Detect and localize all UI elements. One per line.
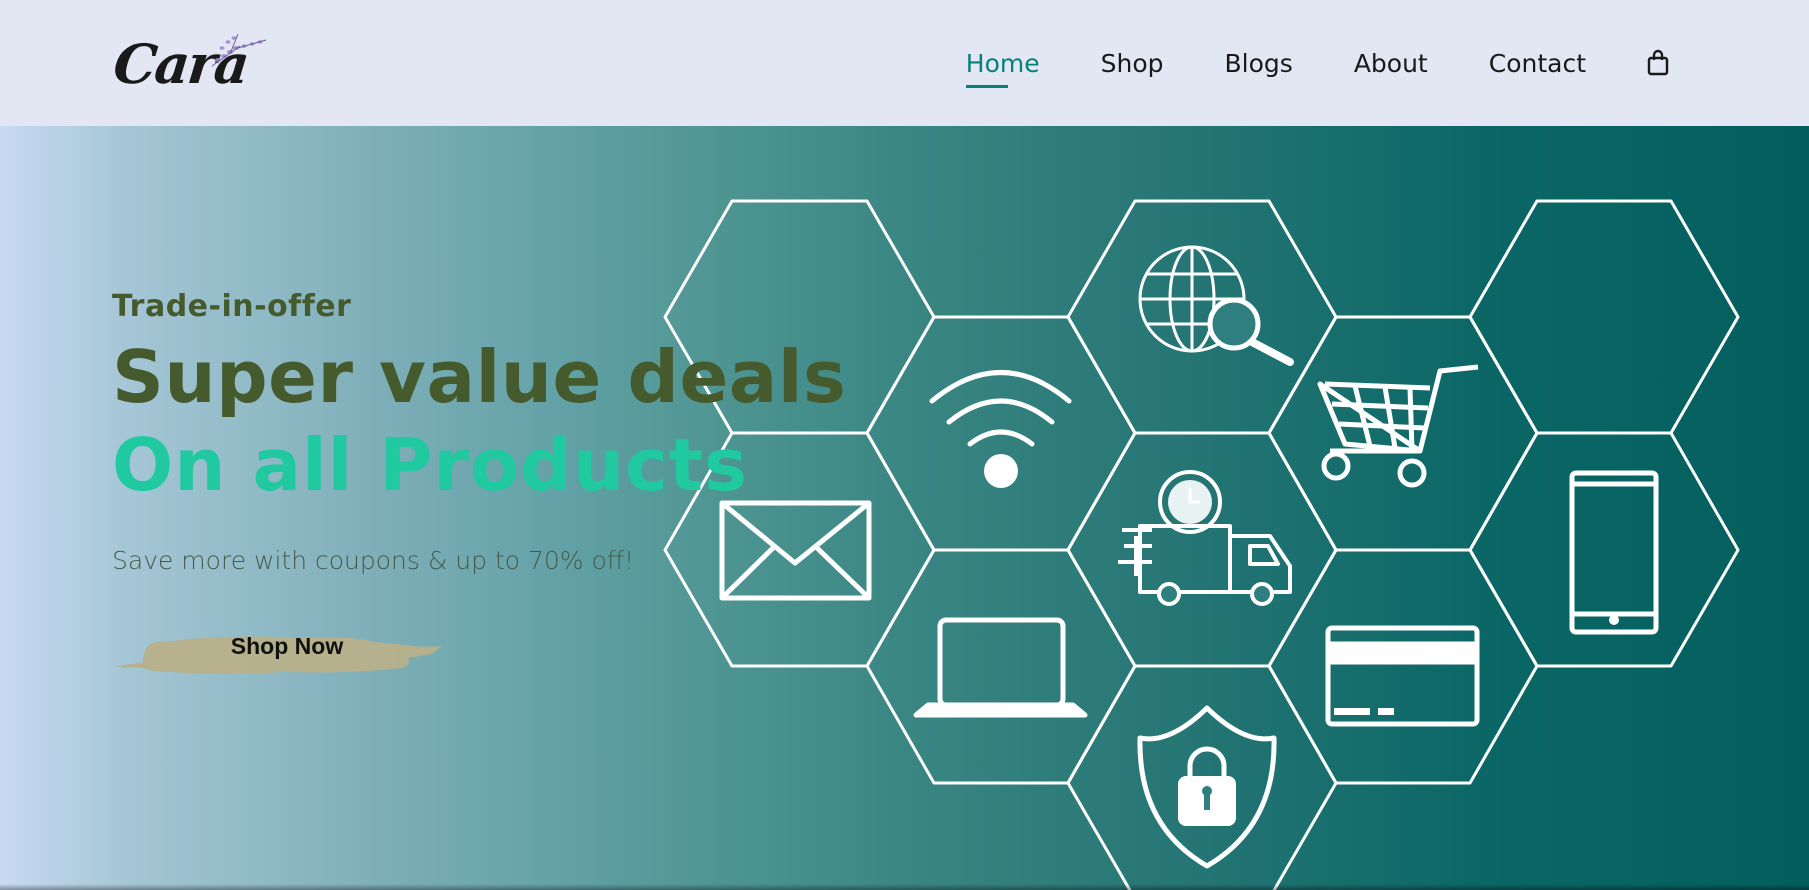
nav-item-contact[interactable]: Contact bbox=[1489, 49, 1586, 78]
nav-item-blogs[interactable]: Blogs bbox=[1225, 49, 1293, 78]
shop-now-label: Shop Now bbox=[230, 632, 344, 659]
logo[interactable]: Cara bbox=[111, 28, 267, 98]
hexagon bbox=[1468, 199, 1740, 435]
site-header: Cara Home Shop Blogs About Contact bbox=[0, 0, 1809, 126]
shopping-cart-icon bbox=[1317, 364, 1479, 488]
hexagon bbox=[1066, 431, 1338, 668]
laptop-icon bbox=[913, 617, 1088, 718]
hexagon bbox=[865, 548, 1137, 785]
hexagon bbox=[1267, 548, 1539, 785]
globe-search-icon bbox=[1138, 245, 1294, 366]
hero-headline-accent: On all Products bbox=[112, 423, 749, 507]
nav-item-shop[interactable]: Shop bbox=[1101, 49, 1164, 78]
hero-banner: Trade-in-offer Super value deals On all … bbox=[0, 126, 1809, 890]
credit-card-icon bbox=[1325, 625, 1480, 727]
envelope-icon bbox=[719, 500, 872, 601]
wifi-icon bbox=[929, 370, 1072, 488]
hero-eyebrow: Trade-in-offer bbox=[112, 289, 352, 324]
delivery-truck-icon bbox=[1118, 470, 1292, 606]
smartphone-icon bbox=[1569, 470, 1659, 635]
nav-item-about[interactable]: About bbox=[1354, 49, 1428, 78]
lavender-sprig-icon bbox=[211, 33, 267, 67]
main-nav: Home Shop Blogs About Contact bbox=[965, 49, 1670, 88]
shopping-bag-icon[interactable] bbox=[1646, 49, 1670, 77]
hero-headline: Super value deals bbox=[112, 335, 847, 419]
nav-item-home[interactable]: Home bbox=[965, 49, 1040, 88]
hero-bottom-shadow bbox=[0, 884, 1809, 890]
security-shield-icon bbox=[1137, 705, 1277, 869]
shop-now-button[interactable]: Shop Now bbox=[112, 606, 452, 686]
hero-subtext: Save more with coupons & up to 70% off! bbox=[112, 546, 635, 575]
hero-graphic bbox=[663, 199, 1740, 890]
hexagon bbox=[1267, 315, 1539, 552]
hexagon bbox=[1066, 199, 1338, 435]
